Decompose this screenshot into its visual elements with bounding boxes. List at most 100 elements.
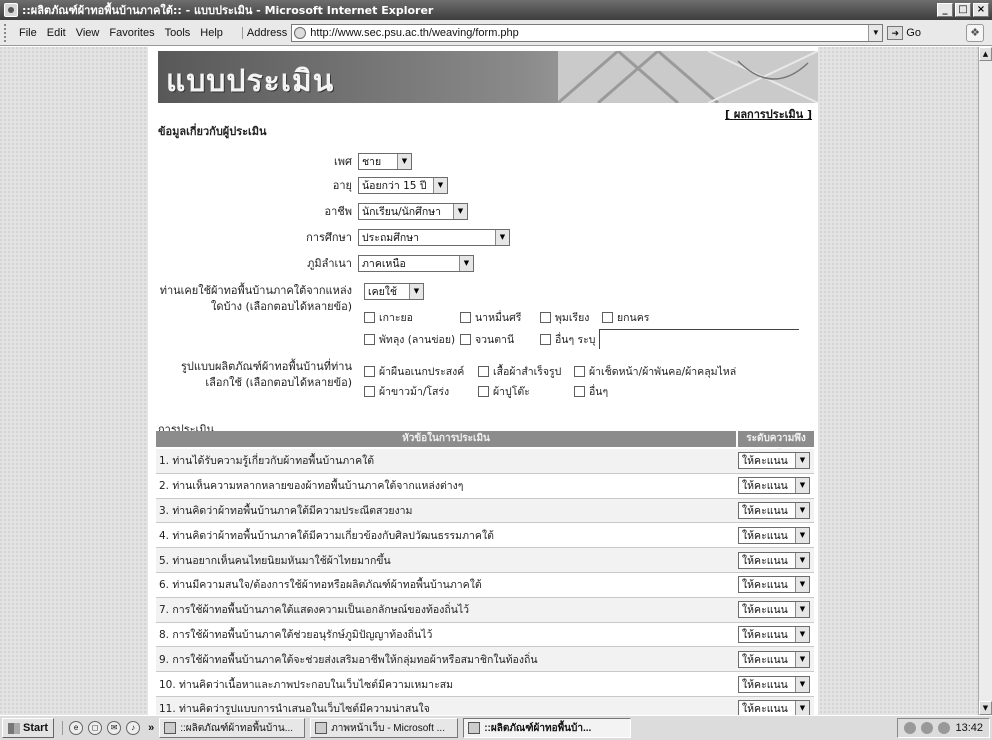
paint-icon [315,722,328,734]
score-select[interactable]: ให้คะแนน ▼ [738,526,810,544]
products-label: รูปแบบผลิตภัณฑ์ผ้าทอพื้นบ้านที่ท่านเลือก… [181,360,352,389]
occupation-row: อาชีพ นักเรียน/นักศึกษา ▼ [158,200,808,222]
chevron-down-icon[interactable]: ▼ [868,24,883,41]
gender-row: เพศ ชาย ▼ [158,150,808,172]
age-select[interactable]: น้อยกว่า 15 ปี ▼ [358,176,448,194]
close-button[interactable]: × [973,3,989,17]
source-other-input[interactable] [599,329,800,349]
menu-file[interactable]: File [14,27,42,39]
occupation-label: อาชีพ [324,205,353,218]
go-arrow-icon: ➜ [887,25,904,40]
product-checkbox-other[interactable]: อื่นๆ [574,383,608,400]
clock: 13:42 [955,722,983,734]
desktop-quick-launch-icon[interactable]: ◻ [88,721,103,735]
windows-flag-icon [8,722,20,734]
source-checkbox-koh-yo[interactable]: เกาะยอ [364,309,460,326]
sources-checkbox-row-1: เกาะยอ นาหมื่นศรี พุมเรียง ยกนคร [364,309,649,326]
browser-viewport: แบบประเมิน ผลการประเมิน ข้อมูลเกี่ยวกับผ… [0,47,978,715]
education-row: การศึกษา ประถมศึกษา ▼ [158,226,808,248]
chevron-down-icon: ▼ [795,502,809,518]
menu-help[interactable]: Help [195,27,228,39]
score-select[interactable]: ให้คะแนน ▼ [738,700,810,715]
source-checkbox-yok-nakhon[interactable]: ยกนคร [602,309,649,326]
source-checkbox-phatthalung[interactable]: พัทลุง (ลานข่อย) [364,331,460,348]
ie-icon [164,722,177,734]
toolbar-grip[interactable] [4,23,8,42]
banner-decoration [558,51,818,103]
menu-tools[interactable]: Tools [160,27,196,39]
page-banner: แบบประเมิน [158,51,818,103]
score-select[interactable]: ให้คะแนน ▼ [738,650,810,668]
chevron-down-icon: ▼ [409,284,423,299]
table-row: 4. ท่านคิดว่าผ้าทอพื้นบ้านภาคใต้มีความเก… [156,523,814,549]
evaluation-table: 1. ท่านได้รับความรู้เกี่ยวกับผ้าทอพื้นบ้… [156,449,814,715]
form-page: แบบประเมิน ผลการประเมิน ข้อมูลเกี่ยวกับผ… [148,47,818,715]
chevron-down-icon: ▼ [795,651,809,667]
scroll-up-icon[interactable]: ▲ [979,47,992,61]
product-checkbox-tablecloth[interactable]: ผ้าปูโต๊ะ [478,383,574,400]
score-select[interactable]: ให้คะแนน ▼ [738,576,810,594]
vertical-scrollbar[interactable]: ▲ ▼ [978,47,992,715]
education-select[interactable]: ประถมศึกษา ▼ [358,228,510,246]
start-label: Start [23,722,49,734]
score-select[interactable]: ให้คะแนน ▼ [738,675,810,693]
go-button[interactable]: ➜ Go [887,25,921,40]
address-bar[interactable]: http://www.sec.psu.ac.th/weaving/form.ph… [291,23,884,42]
score-select[interactable]: ให้คะแนน ▼ [738,601,810,619]
window-title: ::ผลิตภัณฑ์ผ้าทอพื้นบ้านภาคใต้:: - แบบปร… [22,4,434,17]
gender-select[interactable]: ชาย ▼ [358,152,412,170]
quick-launch: e ◻ ✉ ♪ [62,721,141,735]
source-checkbox-other[interactable]: อื่นๆ ระบุ [540,331,595,348]
minimize-button[interactable]: _ [937,3,953,17]
source-checkbox-na-muen-si[interactable]: นาหมื่นศรี [460,309,540,326]
header-level: ระดับความพึงพอใจ [736,431,814,460]
chevron-down-icon: ▼ [795,626,809,642]
score-select[interactable]: ให้คะแนน ▼ [738,501,810,519]
ie-quick-launch-icon[interactable]: e [69,721,84,735]
evaluation-table-header: หัวข้อในการประเมิน ระดับความพึงพอใจ [156,431,814,460]
outlook-quick-launch-icon[interactable]: ✉ [107,721,122,735]
maximize-button[interactable]: □ [955,3,971,17]
quick-launch-overflow-icon[interactable]: » [148,722,154,734]
address-url[interactable]: http://www.sec.psu.ac.th/weaving/form.ph… [310,27,868,39]
menu-favorites[interactable]: Favorites [104,27,159,39]
chevron-down-icon: ▼ [453,203,467,219]
occupation-select[interactable]: นักเรียน/นักศึกษา ▼ [358,202,468,220]
score-select[interactable]: ให้คะแนน ▼ [738,551,810,569]
region-select[interactable]: ภาคเหนือ ▼ [358,254,474,272]
score-select[interactable]: ให้คะแนน ▼ [738,625,810,643]
chevron-down-icon: ▼ [495,229,509,245]
source-checkbox-pattani[interactable]: จวนตานี [460,331,540,348]
product-checkbox-sarong[interactable]: ผ้าขาวม้า/โสร่ง [364,383,478,400]
security-tray-icon[interactable] [938,722,951,734]
menu-edit[interactable]: Edit [42,27,71,39]
chevron-down-icon: ▼ [433,177,447,193]
chevron-down-icon: ▼ [795,602,809,618]
media-quick-launch-icon[interactable]: ♪ [126,721,141,735]
header-question: หัวข้อในการประเมิน [402,433,490,444]
network-tray-icon[interactable] [904,722,917,734]
score-select[interactable]: ให้คะแนน ▼ [738,477,810,495]
taskbar-item-paint[interactable]: ภาพหน้าเว็บ - Microsoft ... [310,718,459,738]
product-checkbox-multipurpose[interactable]: ผ้าผืนอเนกประสงค์ [364,363,478,380]
sources-label: ท่านเคยใช้ผ้าทอพื้นบ้านภาคใต้จากแหล่งใดบ… [159,284,352,313]
region-label: ภูมิลำเนา [307,257,352,270]
table-row: 1. ท่านได้รับความรู้เกี่ยวกับผ้าทอพื้นบ้… [156,449,814,474]
start-button[interactable]: Start [2,718,55,738]
age-label: อายุ [332,179,352,192]
menu-view[interactable]: View [71,27,105,39]
chevron-down-icon: ▼ [795,577,809,593]
banner-title: แบบประเมิน [166,64,335,99]
product-checkbox-clothing[interactable]: เสื้อผ้าสำเร็จรูป [478,363,574,380]
score-select[interactable]: ให้คะแนน ▼ [738,452,810,470]
volume-tray-icon[interactable] [921,722,934,734]
chevron-down-icon: ▼ [795,676,809,692]
results-link[interactable]: ผลการประเมิน [725,105,812,123]
taskbar-item-ie-1[interactable]: ::ผลิตภัณฑ์ผ้าทอพื้นบ้าน... [159,718,306,738]
table-row: 9. การใช้ผ้าทอพื้นบ้านภาคใต้จะช่วยส่งเสร… [156,647,814,673]
used-before-select[interactable]: เคยใช้ ▼ [364,283,424,300]
source-checkbox-pum-riang[interactable]: พุมเรียง [540,309,602,326]
taskbar-item-ie-active[interactable]: ::ผลิตภัณฑ์ผ้าทอพื้นบ้า... [463,718,632,738]
product-checkbox-scarf[interactable]: ผ้าเช็ดหน้า/ผ้าพันคอ/ผ้าคลุมไหล่ [574,363,736,380]
scroll-down-icon[interactable]: ▼ [979,701,992,715]
